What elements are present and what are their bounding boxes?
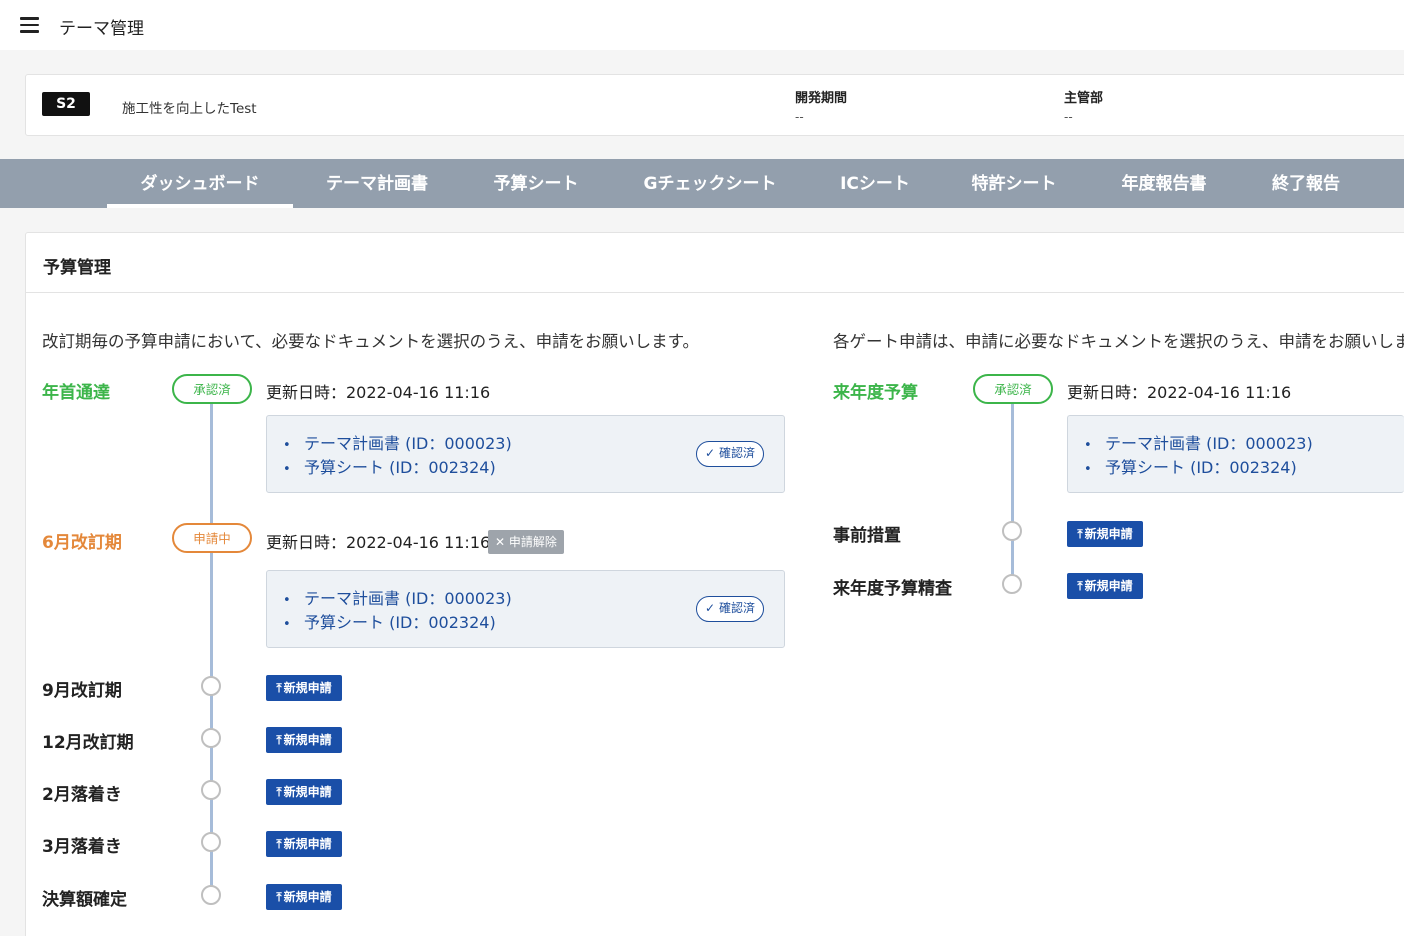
document-list-box: テーマ計画書 (ID：000023) 予算シート (ID：002324) <box>1067 415 1404 493</box>
stage-label-march-settlement: 3月落着き <box>42 837 122 857</box>
timeline-node <box>201 676 221 696</box>
left-intro-text: 改訂期毎の予算申請において、必要なドキュメントを選択のうえ、申請をお願いします。 <box>42 332 700 351</box>
new-application-button[interactable]: ⤒ 新規申請 <box>266 675 342 701</box>
panel-header: 予算管理 <box>26 233 1404 293</box>
new-application-label: 新規申請 <box>283 837 332 851</box>
tab-theme-plan[interactable]: テーマ計画書 <box>310 159 444 208</box>
document-link-budget-sheet[interactable]: 予算シート (ID：002324) <box>283 457 512 481</box>
updated-timestamp: 更新日時：2022-04-16 11:16 <box>1067 383 1292 402</box>
tab-g-check-sheet[interactable]: Gチェックシート <box>628 159 792 208</box>
confirmed-badge[interactable]: ✓ 確認済 <box>696 596 764 622</box>
withdraw-application-label: 申請解除 <box>508 535 557 549</box>
app-title: テーマ管理 <box>59 19 144 39</box>
theme-name: 施工性を向上したTest <box>122 101 257 117</box>
status-badge-approved: 承認済 <box>172 374 252 404</box>
theme-code-badge: S2 <box>42 92 90 116</box>
updated-timestamp: 更新日時：2022-04-16 11:16 <box>266 383 491 402</box>
responsible-dept-value: -- <box>1064 110 1073 124</box>
timeline-node <box>201 728 221 748</box>
upload-icon: ⤒ <box>276 890 282 904</box>
upload-icon: ⤒ <box>276 733 282 747</box>
left-timeline-line <box>210 402 213 894</box>
new-application-label: 新規申請 <box>283 785 332 799</box>
upload-icon: ⤒ <box>1077 527 1083 541</box>
new-application-label: 新規申請 <box>283 733 332 747</box>
upload-icon: ⤒ <box>276 681 282 695</box>
stage-label-february-settlement: 2月落着き <box>42 785 122 805</box>
confirmed-label: 確認済 <box>718 446 755 460</box>
tab-dashboard[interactable]: ダッシュボード <box>107 159 293 208</box>
right-timeline-line <box>1011 402 1014 584</box>
stage-label-september-revision: 9月改訂期 <box>42 681 122 701</box>
tab-annual-report[interactable]: 年度報告書 <box>1104 159 1224 208</box>
document-link-theme-plan[interactable]: テーマ計画書 (ID：000023) <box>283 433 512 457</box>
right-intro-text: 各ゲート申請は、申請に必要なドキュメントを選択のうえ、申請をお願いします。 <box>833 332 1404 351</box>
tab-bar: ダッシュボード テーマ計画書 予算シート Gチェックシート ICシート 特許シー… <box>0 159 1404 208</box>
responsible-dept-label: 主管部 <box>1064 91 1104 106</box>
new-application-button[interactable]: ⤒ 新規申請 <box>1067 521 1143 547</box>
development-period-label: 開発期間 <box>795 91 848 106</box>
stage-label-final-amount: 決算額確定 <box>42 890 127 910</box>
status-badge-pending: 申請中 <box>172 523 252 553</box>
upload-icon: ⤒ <box>276 837 282 851</box>
timeline-node <box>201 885 221 905</box>
document-list: テーマ計画書 (ID：000023) 予算シート (ID：002324) <box>283 588 512 636</box>
document-link-budget-sheet[interactable]: 予算シート (ID：002324) <box>283 612 512 636</box>
check-icon: ✓ <box>705 601 716 615</box>
stage-label-december-revision: 12月改訂期 <box>42 733 134 753</box>
stage-label-preliminary-measures: 事前措置 <box>833 526 901 546</box>
timeline-node <box>201 780 221 800</box>
tab-budget-sheet[interactable]: 予算シート <box>476 159 596 208</box>
timeline-node <box>1002 521 1022 541</box>
responsible-dept: 主管部 -- <box>1064 87 1103 124</box>
document-list: テーマ計画書 (ID：000023) 予算シート (ID：002324) <box>1084 433 1313 481</box>
document-link-budget-sheet[interactable]: 予算シート (ID：002324) <box>1084 457 1313 481</box>
document-link-theme-plan[interactable]: テーマ計画書 (ID：000023) <box>283 588 512 612</box>
new-application-label: 新規申請 <box>1084 527 1133 541</box>
new-application-button[interactable]: ⤒ 新規申請 <box>266 779 342 805</box>
timeline-node <box>201 832 221 852</box>
theme-summary-card: S2 施工性を向上したTest 開発期間 -- 主管部 -- <box>25 74 1404 136</box>
tab-patent-sheet[interactable]: 特許シート <box>954 159 1074 208</box>
panel-title: 予算管理 <box>43 258 111 278</box>
confirmed-label: 確認済 <box>718 601 755 615</box>
document-list-box: テーマ計画書 (ID：000023) 予算シート (ID：002324) ✓ 確… <box>266 570 785 648</box>
tab-final-report[interactable]: 終了報告 <box>1256 159 1356 208</box>
new-application-label: 新規申請 <box>283 890 332 904</box>
new-application-button[interactable]: ⤒ 新規申請 <box>266 727 342 753</box>
tab-ic-sheet[interactable]: ICシート <box>826 159 924 208</box>
app-bar: テーマ管理 <box>0 0 1404 50</box>
stage-label-next-year-budget-review: 来年度予算精査 <box>833 579 952 599</box>
development-period-value: -- <box>795 110 804 124</box>
close-icon: ✕ <box>495 535 506 549</box>
menu-icon[interactable] <box>20 17 39 33</box>
withdraw-application-button[interactable]: ✕ 申請解除 <box>488 530 564 554</box>
new-application-button[interactable]: ⤒ 新規申請 <box>1067 573 1143 599</box>
stage-label-next-year-budget: 来年度予算 <box>833 383 918 403</box>
new-application-button[interactable]: ⤒ 新規申請 <box>266 884 342 910</box>
updated-timestamp: 更新日時：2022-04-16 11:16 <box>266 533 491 552</box>
upload-icon: ⤒ <box>276 785 282 799</box>
stage-label-june-revision: 6月改訂期 <box>42 533 122 553</box>
development-period: 開発期間 -- <box>795 87 847 124</box>
document-list-box: テーマ計画書 (ID：000023) 予算シート (ID：002324) ✓ 確… <box>266 415 785 493</box>
timeline-node <box>1002 574 1022 594</box>
new-application-button[interactable]: ⤒ 新規申請 <box>266 831 342 857</box>
new-application-label: 新規申請 <box>283 681 332 695</box>
check-icon: ✓ <box>705 446 716 460</box>
document-link-theme-plan[interactable]: テーマ計画書 (ID：000023) <box>1084 433 1313 457</box>
status-badge-approved: 承認済 <box>973 374 1053 404</box>
confirmed-badge[interactable]: ✓ 確認済 <box>696 441 764 467</box>
stage-label-annual-notice: 年首通達 <box>42 383 110 403</box>
new-application-label: 新規申請 <box>1084 579 1133 593</box>
upload-icon: ⤒ <box>1077 579 1083 593</box>
document-list: テーマ計画書 (ID：000023) 予算シート (ID：002324) <box>283 433 512 481</box>
